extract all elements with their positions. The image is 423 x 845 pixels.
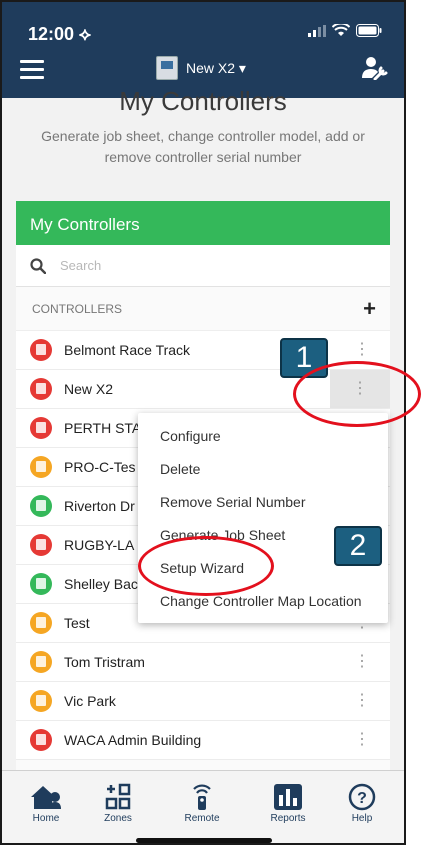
controller-name: Shelley Bac [64,576,138,592]
controller-name: New X2 [64,381,114,397]
page-subtitle: Generate job sheet, change controller mo… [41,128,365,165]
battery-icon [356,24,382,37]
search-icon [30,257,46,274]
kebab-menu-icon[interactable]: ⋮ [348,690,376,714]
controller-name: PERTH STA [64,420,142,436]
help-icon: ? [348,783,376,811]
controller-name: Tom Tristram [64,654,145,670]
card-title: My Controllers [16,201,390,245]
step-badge-2: 2 [334,526,382,566]
section-label: CONTROLLERS [32,301,123,316]
menu-item-delete[interactable]: Delete [138,458,388,491]
menu-item-change-map-location[interactable]: Change Controller Map Location [138,590,388,623]
home-icon [31,786,61,809]
controller-selector-label: New X2 ▾ [186,59,246,76]
controller-selector[interactable]: New X2 ▾ [156,56,246,80]
kebab-menu-icon[interactable]: ⋮ [348,729,376,753]
signal-icon [308,24,326,37]
tab-home[interactable]: Home [16,783,76,824]
tab-reports[interactable]: Reports [258,783,318,824]
controller-thumbnail-icon [156,56,178,80]
controller-status-icon [30,417,52,439]
status-icons [308,24,382,37]
remote-icon [193,784,211,810]
user-wrench-icon[interactable] [360,56,388,80]
controller-row[interactable]: Tom Tristram ⋮ [16,643,390,682]
controllers-section-header: CONTROLLERS + [16,287,390,331]
controller-name: Vic Park [64,693,116,709]
controller-status-icon [30,729,52,751]
annotation-ring-kebab [293,361,421,427]
controller-row[interactable]: WACA Admin Building ⋮ [16,721,390,760]
menu-item-configure[interactable]: Configure [138,425,388,458]
controller-name: WACA Admin Building [64,732,202,748]
controller-status-icon [30,651,52,673]
tab-home-label: Home [32,813,60,824]
bottom-tab-bar: Home Zones Remote Reports ? Help [2,770,404,843]
zones-icon [105,783,131,810]
controller-status-icon [30,378,52,400]
tab-zones-label: Zones [104,813,132,824]
kebab-menu-icon[interactable]: ⋮ [348,651,376,675]
tab-reports-label: Reports [270,813,306,824]
tab-remote[interactable]: Remote [172,783,232,824]
tab-remote-label: Remote [184,813,220,824]
wifi-icon [332,24,350,36]
controller-row[interactable]: Vic Park ⋮ [16,682,390,721]
tab-zones[interactable]: Zones [88,783,148,824]
controller-name: PRO-C-Tes [64,459,136,475]
status-time: 12:00 ⟡ [28,24,91,44]
app-header: 12:00 ⟡ New X2 ▾ [2,2,404,98]
menu-item-remove-serial[interactable]: Remove Serial Number [138,491,388,524]
controller-status-icon [30,495,52,517]
controller-status-icon [30,456,52,478]
controller-name: Riverton Dr [64,498,135,514]
page-title: My Controllers [119,86,287,116]
controller-name: Belmont Race Track [64,342,191,358]
hamburger-menu-icon[interactable] [20,60,44,80]
reports-icon [274,784,302,810]
controller-status-icon [30,690,52,712]
kebab-menu-icon[interactable]: ⋮ [348,339,376,363]
search-input[interactable] [60,258,320,273]
svg-text:?: ? [357,790,367,807]
search-bar[interactable] [16,245,390,287]
controller-status-icon [30,534,52,556]
controller-status-icon [30,339,52,361]
controller-status-icon [30,612,52,634]
controller-name: Test [64,615,90,631]
annotation-ring-setup-wizard [138,536,274,596]
tab-help-label: Help [351,813,373,824]
controller-status-icon [30,573,52,595]
controller-name: RUGBY-LA [64,537,135,553]
add-controller-button[interactable]: + [363,296,376,322]
home-indicator [136,838,272,843]
page-header: My Controllers Generate job sheet, chang… [2,86,404,188]
tab-help[interactable]: ? Help [332,783,392,824]
